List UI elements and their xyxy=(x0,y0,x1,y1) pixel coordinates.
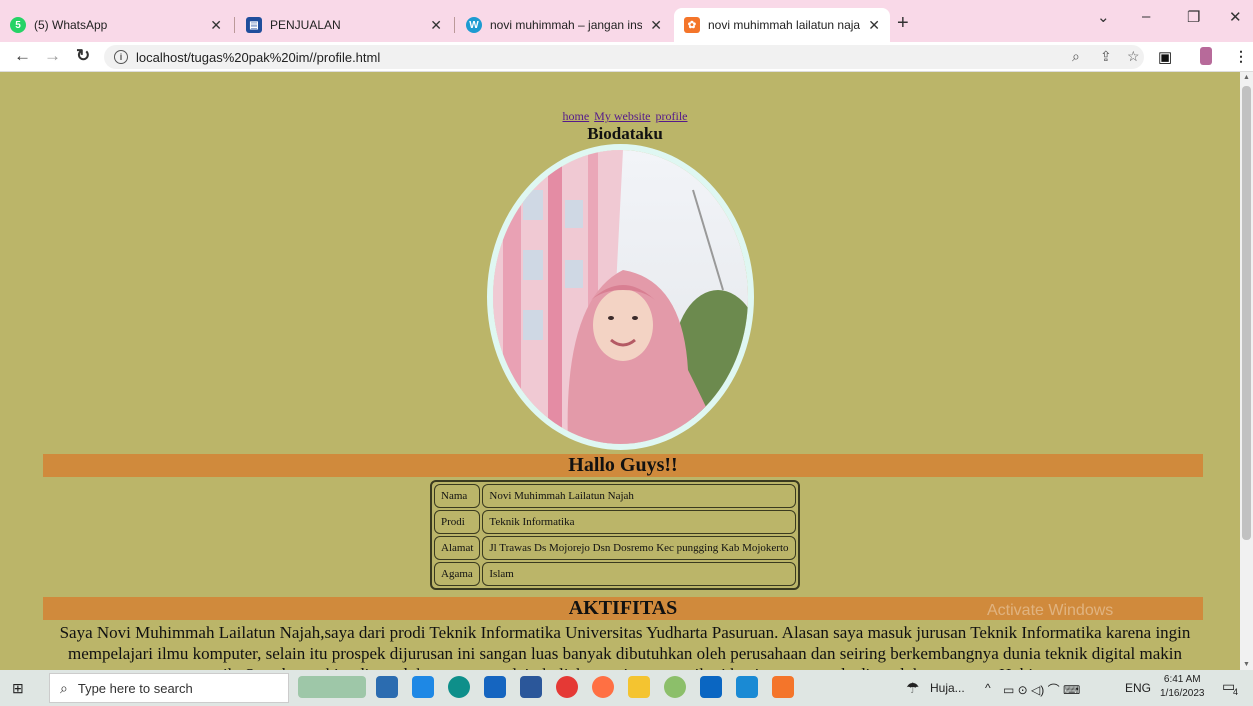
url-text: localhost/tugas%20pak%20im//profile.html xyxy=(136,49,381,65)
umbrella-icon: ☂ xyxy=(906,680,920,697)
clock[interactable]: 6:41 AM 1/16/2023 xyxy=(1160,673,1205,701)
firefox-app-icon[interactable] xyxy=(592,676,614,698)
table-row: Prodi Teknik Informatika xyxy=(434,510,796,534)
tray-icons[interactable]: ▭ ⊙ ◁) ⌒ ⌨ xyxy=(1003,681,1080,698)
search-placeholder: Type here to search xyxy=(77,680,193,696)
table-row: Nama Novi Muhimmah Lailatun Najah xyxy=(434,484,796,508)
close-tab-icon[interactable]: ✕ xyxy=(868,17,880,34)
new-tab-button[interactable]: + xyxy=(897,12,909,35)
file-explorer-icon[interactable] xyxy=(628,676,650,698)
weather-text[interactable]: Huja... xyxy=(930,681,965,695)
photos-app-icon[interactable] xyxy=(700,676,722,698)
browser-tab-strip: 5 (5) WhatsApp ✕ ▤ PENJUALAN ✕ W novi mu… xyxy=(0,0,1253,42)
page-heading: Biodataku xyxy=(587,124,663,143)
bio-label: Alamat xyxy=(434,536,481,560)
bio-table: Nama Novi Muhimmah Lailatun Najah Prodi … xyxy=(430,480,800,590)
clock-date: 1/16/2023 xyxy=(1160,688,1205,699)
activity-paragraph: Saya Novi Muhimmah Lailatun Najah,saya d… xyxy=(59,623,1191,670)
tab-label: novi muhimmah lailatun najah xyxy=(708,18,861,32)
table-row: Alamat Jl Trawas Ds Mojorejo Dsn Dosremo… xyxy=(434,536,796,560)
minimize-button[interactable]: – xyxy=(1142,8,1150,25)
close-tab-icon[interactable]: ✕ xyxy=(210,17,222,34)
xampp-app-icon[interactable] xyxy=(772,676,794,698)
bio-value: Novi Muhimmah Lailatun Najah xyxy=(482,484,796,508)
tab-label: PENJUALAN xyxy=(270,18,341,32)
tab-label: novi muhimmah – jangan insecu xyxy=(490,18,643,32)
link-profile[interactable]: profile xyxy=(656,109,688,123)
menu-icon[interactable]: ⋮ xyxy=(1234,48,1248,65)
table-row: Agama Islam xyxy=(434,562,796,586)
bio-value: Teknik Informatika xyxy=(482,510,796,534)
bio-label: Agama xyxy=(434,562,481,586)
wordpress-icon: W xyxy=(466,17,482,33)
tab-penjualan[interactable]: ▤ PENJUALAN ✕ xyxy=(236,8,452,42)
scroll-down-icon[interactable]: ▼ xyxy=(1243,661,1250,668)
bio-value: Islam xyxy=(482,562,796,586)
language-indicator[interactable]: ENG xyxy=(1125,681,1151,695)
tab-search-icon[interactable]: ⌄ xyxy=(1097,8,1110,26)
link-my-website[interactable]: My website xyxy=(594,109,650,123)
browser-toolbar: ← → ↻ i localhost/tugas%20pak%20im//prof… xyxy=(0,42,1253,72)
xampp-icon: ✿ xyxy=(684,17,700,33)
greeting-banner: Hallo Guys!! xyxy=(43,454,1203,477)
notification-count: 4 xyxy=(1233,687,1239,697)
zoom-icon[interactable]: ⌕ xyxy=(1072,48,1080,65)
link-home[interactable]: home xyxy=(563,109,590,123)
page-scrollbar[interactable]: ▲ ▼ xyxy=(1240,72,1253,670)
page-viewport: home My website profile Biodataku Hallo … xyxy=(0,72,1240,670)
address-bar[interactable]: i localhost/tugas%20pak%20im//profile.ht… xyxy=(104,45,1144,69)
windows-start-icon[interactable]: ⊞ xyxy=(12,680,24,697)
profile-avatar[interactable] xyxy=(1200,47,1212,65)
clock-time: 6:41 AM xyxy=(1163,674,1201,685)
info-icon[interactable]: i xyxy=(114,50,128,64)
opera-app-icon[interactable] xyxy=(556,676,578,698)
restore-button[interactable]: ❐ xyxy=(1187,8,1200,26)
weather-widget-image[interactable] xyxy=(298,676,366,698)
search-icon: ⌕ xyxy=(60,679,68,696)
star-icon[interactable]: ☆ xyxy=(1127,48,1140,65)
bio-value: Jl Trawas Ds Mojorejo Dsn Dosremo Kec pu… xyxy=(482,536,796,560)
chevron-up-icon[interactable]: ^ xyxy=(985,681,991,695)
windows-taskbar: ⊞ ⌕ Type here to search ☂ Huja... ^ ▭ ⊙ … xyxy=(0,670,1253,706)
back-icon[interactable]: ← xyxy=(14,46,31,66)
bio-label: Prodi xyxy=(434,510,481,534)
close-window-button[interactable]: ✕ xyxy=(1229,8,1242,26)
share-icon[interactable]: ⇪ xyxy=(1100,48,1112,65)
vscode-app-icon[interactable] xyxy=(736,676,758,698)
chrome-app-icon[interactable] xyxy=(664,676,686,698)
whatsapp-icon: 5 xyxy=(10,17,26,33)
tab-profile[interactable]: ✿ novi muhimmah lailatun najah ✕ xyxy=(674,8,890,42)
reload-icon[interactable]: ↻ xyxy=(76,46,90,66)
activate-windows-watermark: Activate Windows xyxy=(987,602,1114,619)
nav-links: home My website profile xyxy=(0,109,1240,124)
word-app-icon[interactable] xyxy=(520,676,542,698)
calendar-app-icon[interactable] xyxy=(376,676,398,698)
tab-label: (5) WhatsApp xyxy=(34,18,108,32)
sheet-icon: ▤ xyxy=(246,17,262,33)
sidepanel-icon[interactable]: ▣ xyxy=(1158,48,1172,66)
tab-wordpress[interactable]: W novi muhimmah – jangan insecu ✕ xyxy=(456,8,672,42)
scroll-up-icon[interactable]: ▲ xyxy=(1243,74,1250,81)
mail-app-icon[interactable] xyxy=(412,676,434,698)
store-app-icon[interactable] xyxy=(484,676,506,698)
close-tab-icon[interactable]: ✕ xyxy=(430,17,442,34)
taskbar-search[interactable]: ⌕ Type here to search xyxy=(49,673,289,703)
scroll-thumb[interactable] xyxy=(1242,86,1251,540)
forward-icon[interactable]: → xyxy=(44,46,61,66)
close-tab-icon[interactable]: ✕ xyxy=(650,17,662,34)
edge-app-icon[interactable] xyxy=(448,676,470,698)
bio-label: Nama xyxy=(434,484,481,508)
profile-photo xyxy=(487,144,754,450)
tab-whatsapp[interactable]: 5 (5) WhatsApp ✕ xyxy=(0,8,232,42)
